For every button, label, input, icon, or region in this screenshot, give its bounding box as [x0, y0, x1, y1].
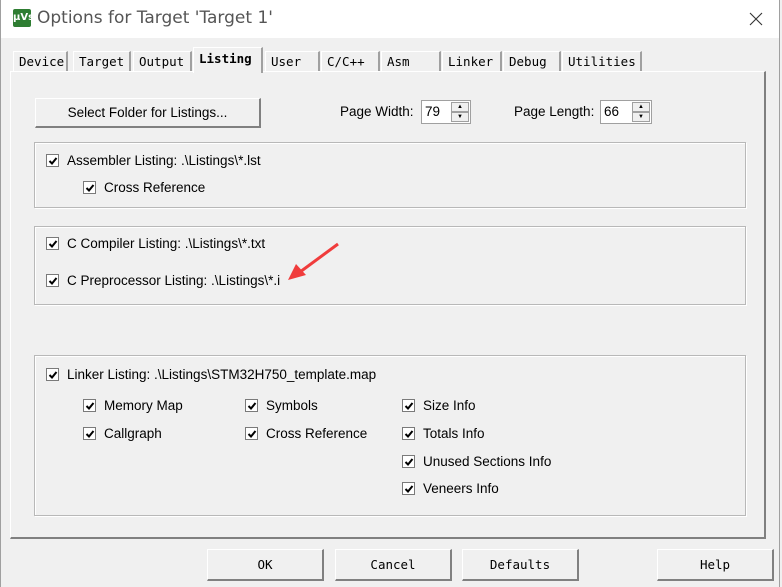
arrow-down-icon: ▼: [457, 114, 463, 120]
page-length-value[interactable]: 66: [604, 104, 619, 119]
page-length-label: Page Length:: [514, 104, 595, 119]
tab-debug[interactable]: Debug: [503, 51, 561, 71]
checkmark-icon: [85, 402, 95, 410]
checkmark-icon: [404, 485, 414, 493]
callgraph-label: Callgraph: [104, 426, 162, 441]
checkmark-icon: [247, 430, 257, 438]
page-width-label: Page Width:: [340, 104, 414, 119]
checkmark-icon: [48, 277, 58, 285]
close-icon: [749, 12, 763, 26]
linker-cross-reference-checkbox[interactable]: Cross Reference: [245, 426, 367, 441]
memory-map-label: Memory Map: [104, 398, 183, 413]
tab-asm[interactable]: Asm: [381, 51, 441, 71]
tab-target[interactable]: Target: [73, 51, 131, 71]
help-button[interactable]: Help: [657, 549, 774, 581]
veneers-info-label: Veneers Info: [423, 481, 499, 496]
checkmark-icon: [404, 430, 414, 438]
page-length-spinner[interactable]: 66 ▲ ▼: [600, 100, 652, 124]
checkmark-icon: [404, 402, 414, 410]
checkmark-icon: [48, 157, 58, 165]
symbols-checkbox[interactable]: Symbols: [245, 398, 318, 413]
select-folder-button[interactable]: Select Folder for Listings...: [35, 98, 261, 128]
tab-user[interactable]: User: [265, 51, 320, 71]
veneers-info-checkbox[interactable]: Veneers Info: [402, 481, 499, 496]
page-width-spinner[interactable]: 79 ▲ ▼: [421, 100, 471, 124]
tab-utilities[interactable]: Utilities: [562, 51, 642, 71]
assembler-cross-reference-label: Cross Reference: [104, 180, 206, 195]
checkmark-icon: [48, 371, 58, 379]
c-compiler-listing-label: C Compiler Listing: .\Listings\*.txt: [67, 236, 266, 251]
callgraph-checkbox[interactable]: Callgraph: [83, 426, 162, 441]
page-length-up-button[interactable]: ▲: [632, 102, 650, 112]
checkmark-icon: [85, 430, 95, 438]
memory-map-checkbox[interactable]: Memory Map: [83, 398, 183, 413]
arrow-up-icon: ▲: [457, 104, 463, 110]
defaults-button[interactable]: Defaults: [462, 549, 579, 581]
unused-sections-info-label: Unused Sections Info: [423, 454, 552, 469]
tab-listing[interactable]: Listing: [193, 47, 263, 73]
totals-info-label: Totals Info: [423, 426, 485, 441]
page-width-down-button[interactable]: ▼: [451, 112, 469, 122]
page-length-down-button[interactable]: ▼: [632, 112, 650, 122]
c-preprocessor-listing-label: C Preprocessor Listing: .\Listings\*.i: [67, 273, 281, 288]
window-title: Options for Target 'Target 1': [37, 8, 273, 28]
size-info-checkbox[interactable]: Size Info: [402, 398, 476, 413]
checkmark-icon: [85, 184, 95, 192]
linker-listing-label: Linker Listing: .\Listings\STM32H750_tem…: [67, 367, 377, 382]
c-preprocessor-listing-checkbox[interactable]: C Preprocessor Listing: .\Listings\*.i: [46, 273, 280, 288]
symbols-label: Symbols: [266, 398, 318, 413]
tab-device[interactable]: Device: [13, 51, 68, 71]
c-compiler-listing-checkbox[interactable]: C Compiler Listing: .\Listings\*.txt: [46, 236, 265, 251]
page-width-up-button[interactable]: ▲: [451, 102, 469, 112]
arrow-down-icon: ▼: [638, 114, 644, 120]
assembler-listing-checkbox[interactable]: Assembler Listing: .\Listings\*.lst: [46, 153, 261, 168]
tab-output[interactable]: Output: [133, 51, 192, 71]
unused-sections-info-checkbox[interactable]: Unused Sections Info: [402, 454, 551, 469]
size-info-label: Size Info: [423, 398, 476, 413]
ok-button[interactable]: OK: [207, 549, 324, 581]
close-button[interactable]: [745, 8, 767, 30]
checkmark-icon: [48, 240, 58, 248]
checkmark-icon: [404, 458, 414, 466]
linker-cross-reference-label: Cross Reference: [266, 426, 368, 441]
title-bar: µVs Options for Target 'Target 1': [1, 0, 779, 38]
options-dialog: µVs Options for Target 'Target 1' Device…: [0, 0, 780, 587]
totals-info-checkbox[interactable]: Totals Info: [402, 426, 485, 441]
tab-linker[interactable]: Linker: [442, 51, 502, 71]
checkmark-icon: [247, 402, 257, 410]
linker-listing-checkbox[interactable]: Linker Listing: .\Listings\STM32H750_tem…: [46, 367, 376, 382]
red-arrow-annotation-icon: [288, 242, 339, 280]
assembler-listing-label: Assembler Listing: .\Listings\*.lst: [67, 153, 261, 168]
arrow-up-icon: ▲: [638, 104, 644, 110]
tab-c-cpp[interactable]: C/C++: [321, 51, 380, 71]
cancel-button[interactable]: Cancel: [335, 549, 452, 581]
keil-uvision-icon: µVs: [13, 9, 34, 27]
assembler-cross-reference-checkbox[interactable]: Cross Reference: [83, 180, 205, 195]
assembler-listing-group: [34, 142, 746, 208]
page-width-value[interactable]: 79: [425, 104, 440, 119]
